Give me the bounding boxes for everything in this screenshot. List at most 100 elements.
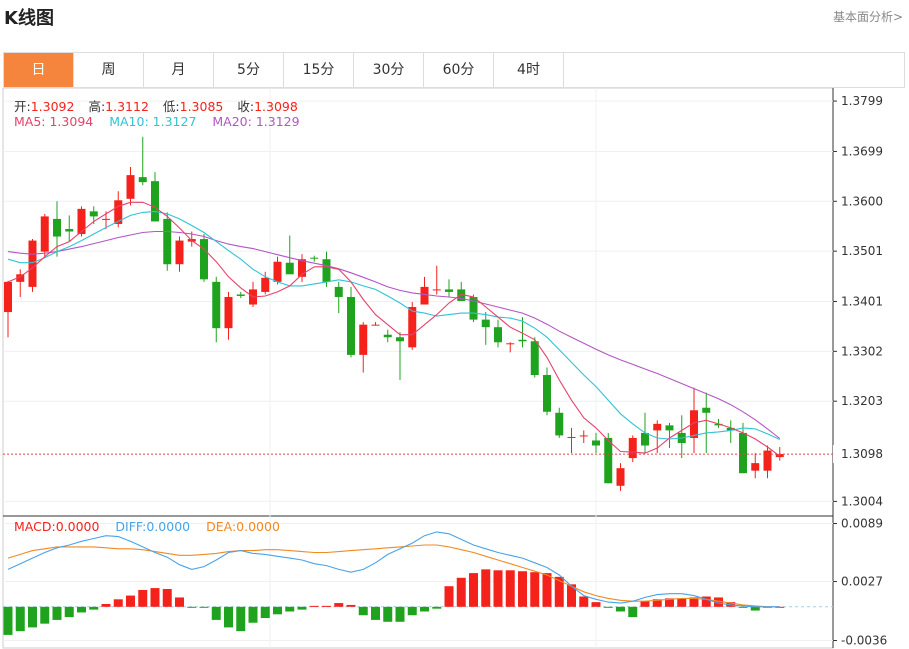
macd-bar-38 (469, 573, 478, 607)
macd-bar-42 (518, 571, 527, 607)
candle-19 (236, 291, 245, 298)
candle-body-62 (763, 450, 772, 471)
candle-body-11 (138, 177, 147, 183)
candle-body-51 (628, 437, 637, 459)
macd-bar-17 (211, 606, 221, 620)
macd-bar-3 (40, 606, 50, 624)
candle-body-41 (506, 343, 515, 345)
tab-4[interactable]: 15分 (284, 53, 354, 87)
macd-bar-9 (113, 599, 123, 607)
candle-62 (763, 445, 772, 479)
candle-16 (200, 234, 208, 282)
diff-line (7, 531, 780, 608)
candle-body-35 (432, 289, 441, 291)
candle-body-19 (236, 294, 245, 296)
macd-bar-12 (150, 588, 160, 607)
macd-bar-47 (579, 596, 589, 607)
candle-11 (138, 136, 147, 186)
candle-57 (702, 392, 711, 454)
candle-40 (494, 319, 502, 348)
macd-bar-1 (15, 606, 25, 632)
tab-2[interactable]: 月 (144, 53, 214, 87)
candle-45 (555, 407, 564, 438)
candle-body-3 (40, 216, 49, 252)
tab-7[interactable]: 4时 (494, 53, 564, 87)
macd-label: MACD: (14, 519, 56, 534)
tab-3[interactable]: 5分 (214, 53, 284, 87)
candle-61 (751, 453, 760, 479)
macd-bar-24 (297, 606, 307, 610)
macd-bar-48 (591, 602, 601, 607)
price-axis: 1.3799 1.3699 1.3600 1.3501 1.3401 1.3302 1.32… (3, 94, 893, 648)
macd-bar-40 (493, 570, 503, 607)
candle-17 (212, 276, 221, 343)
candle-14 (175, 236, 184, 272)
dea-value: 0.0000 (236, 519, 280, 534)
candle-body-31 (383, 334, 392, 338)
candle-body-53 (653, 423, 662, 431)
tab-0[interactable]: 日 (4, 53, 74, 87)
fundamental-analysis-link[interactable]: 基本面分析> (833, 8, 903, 25)
macd-bar-35 (432, 606, 442, 609)
candle-30 (371, 322, 380, 326)
candle-body-18 (224, 296, 233, 329)
candle-body-23 (285, 262, 294, 275)
chart-grid (2, 88, 834, 649)
tab-1[interactable]: 周 (74, 53, 144, 87)
tab-6[interactable]: 60分 (424, 53, 494, 87)
current-price-label: 1.3098 (841, 447, 883, 461)
macd-bar-13 (162, 589, 172, 607)
candle-body-21 (261, 277, 270, 292)
macd-bar-14 (175, 597, 184, 607)
candle-47 (579, 430, 588, 443)
ma5-line (7, 201, 781, 457)
candle-body-0 (4, 281, 12, 313)
candle-body-39 (481, 319, 490, 328)
candle-39 (481, 312, 490, 345)
high-label: 高: (88, 99, 106, 114)
candle-body-36 (445, 289, 453, 292)
ma20-line (7, 230, 781, 439)
macd-bar-36 (444, 586, 454, 607)
macd-bar-27 (334, 603, 344, 607)
price-tick-label-6: 1.3203 (841, 394, 883, 408)
tab-5[interactable]: 30分 (354, 53, 424, 87)
low-label: 低: (162, 99, 180, 114)
macd-bar-7 (89, 606, 99, 610)
candle-body-12 (151, 181, 159, 222)
candle-23 (285, 235, 294, 275)
ma-info: MA5: 1.3094 MA10: 1.3127 MA20: 1.3129 (14, 114, 300, 129)
candle-44 (543, 367, 551, 416)
macd-tick-label-1: 0.0027 (841, 575, 883, 589)
macd-bar-15 (187, 606, 197, 608)
macd-bar-43 (530, 572, 540, 607)
macd-info: MACD:0.0000 DIFF:0.0000 DEA:0.0000 (14, 519, 280, 534)
price-tick-label-5: 1.3302 (841, 344, 883, 358)
macd-bar-50 (616, 606, 625, 612)
price-tick-label-0: 1.3799 (841, 94, 883, 108)
candle-10 (126, 167, 135, 206)
kline-chart: 1.3799 1.3699 1.3600 1.3501 1.3401 1.3302 1.32… (2, 88, 893, 649)
candle-body-26 (322, 259, 331, 282)
candle-46 (567, 427, 576, 454)
candle-34 (420, 276, 429, 305)
macd-bar-34 (420, 606, 429, 612)
candle-body-61 (751, 463, 760, 471)
ma20-label: MA20: (212, 114, 256, 129)
ohlc-info: 开:1.3092 高:1.3112 低:1.3085 收:1.3098 (14, 96, 298, 115)
macd-bar-41 (505, 570, 515, 607)
macd-value: 0.0000 (55, 519, 100, 534)
candle-25 (310, 255, 319, 262)
candlesticks (4, 136, 784, 491)
macd-bar-23 (285, 606, 295, 612)
ma5-label: MA5: (14, 114, 50, 129)
ma10-line (7, 210, 781, 441)
macd-bar-51 (628, 606, 638, 618)
ma5-value: 1.3094 (49, 114, 94, 129)
candle-body-32 (396, 337, 404, 342)
macd-bar-25 (309, 605, 319, 607)
candle-body-34 (420, 286, 429, 305)
candle-body-54 (665, 425, 674, 431)
macd-tick-label-2: -0.0036 (841, 634, 887, 648)
ma10-value: 1.3127 (152, 114, 197, 129)
